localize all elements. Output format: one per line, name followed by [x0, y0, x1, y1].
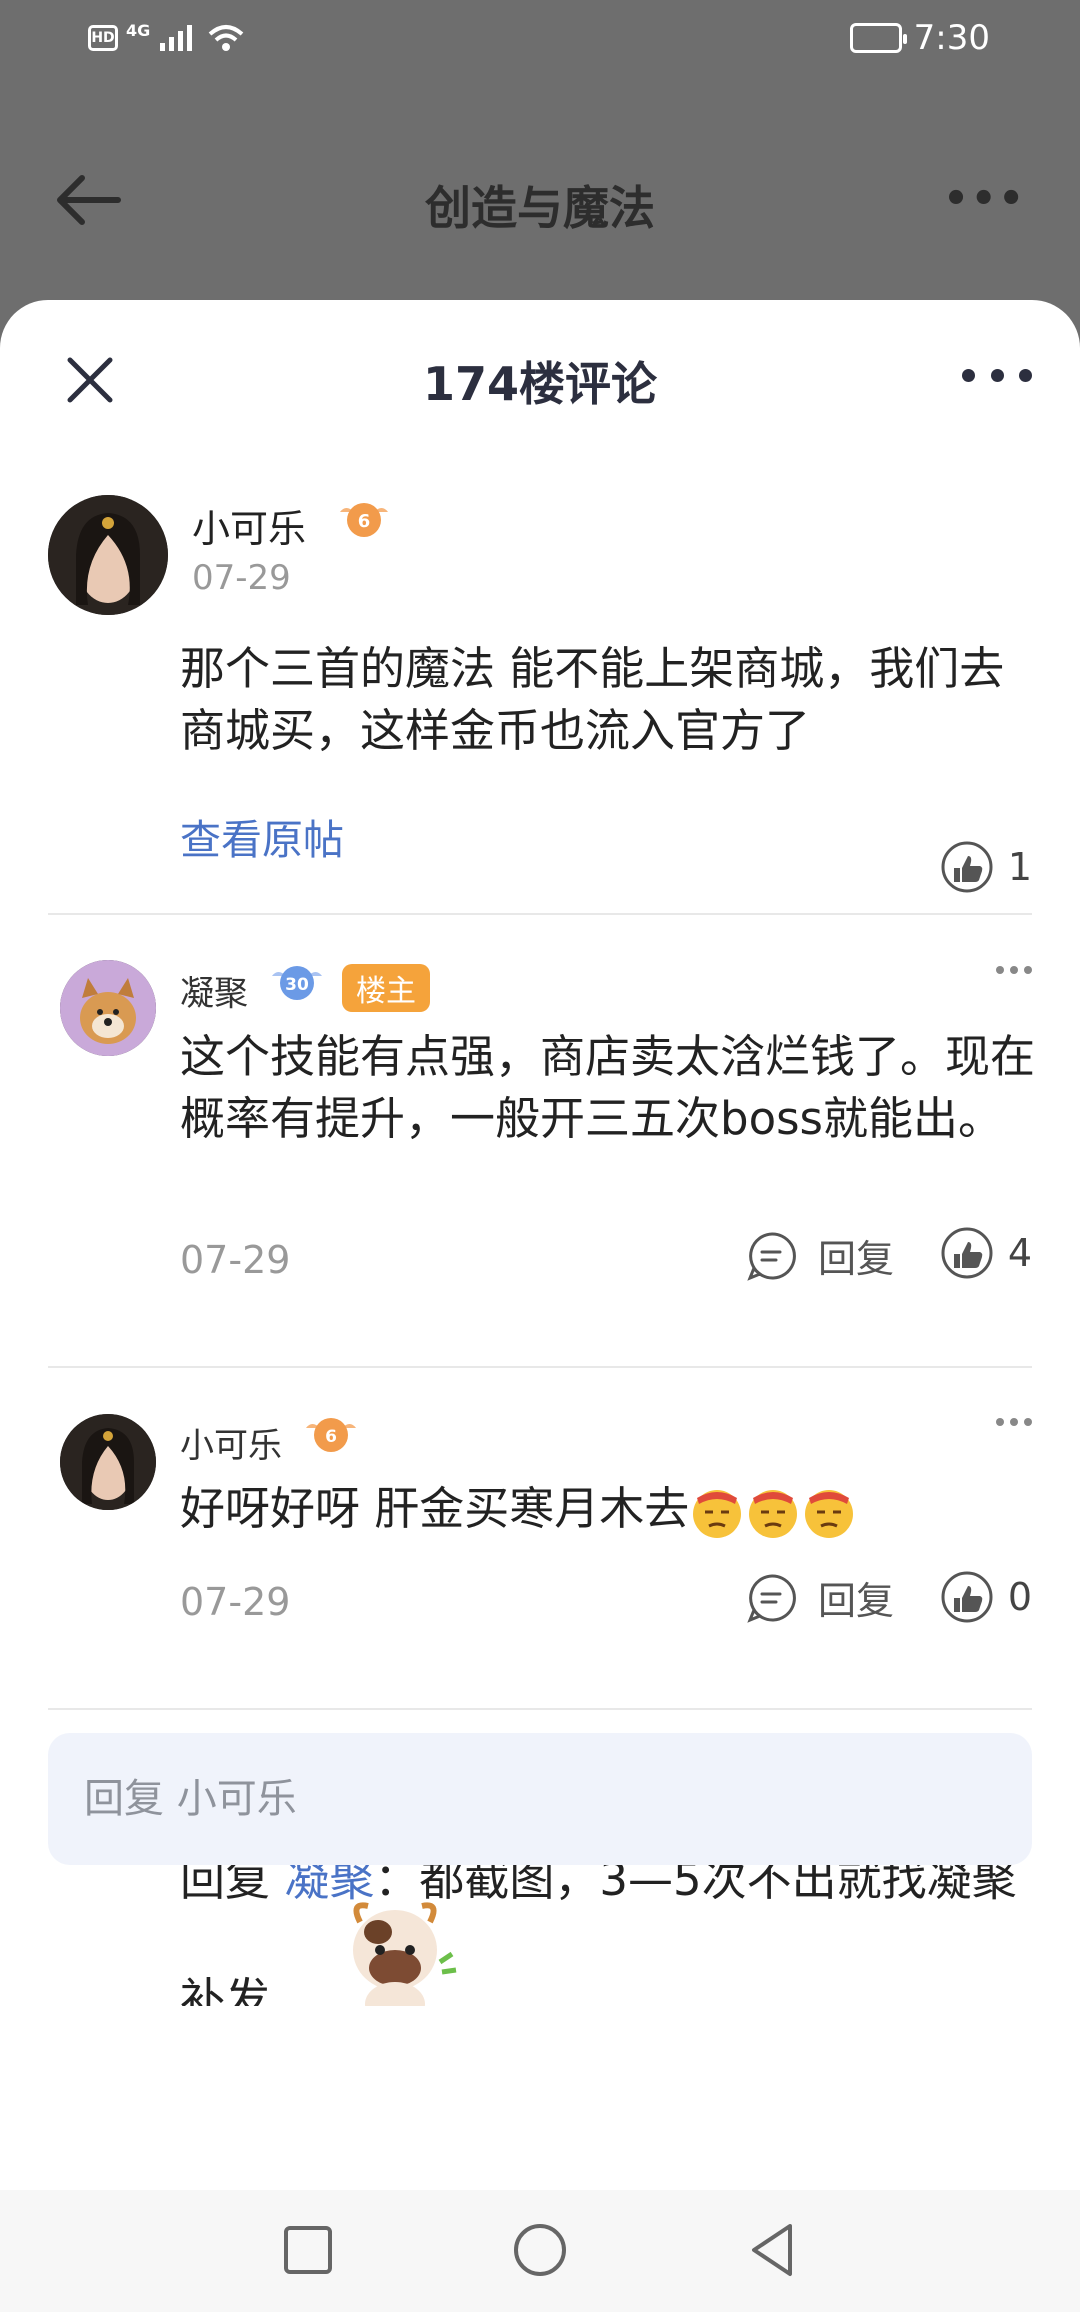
- page-more-button[interactable]: •••: [943, 176, 1026, 222]
- reply-input-bar[interactable]: [48, 1733, 1032, 1865]
- cow-sticker-icon: [353, 1902, 457, 2006]
- back-nav-icon[interactable]: [740, 2218, 804, 2282]
- page-title: 创造与魔法: [425, 181, 655, 235]
- status-bar: HD 4G 7:30: [0, 0, 1080, 80]
- recent-apps-icon[interactable]: [276, 2218, 340, 2282]
- system-nav-bar: [0, 2190, 1080, 2312]
- signal-icon: [160, 25, 193, 51]
- status-left: HD 4G: [88, 20, 246, 54]
- page-header: 创造与魔法 •••: [0, 130, 1080, 270]
- comment-sheet: 174楼评论 小可乐 6 07-29 那个三首的魔法 能不能上架商城，我们去商城…: [0, 300, 1080, 2190]
- hd-icon: HD: [88, 25, 118, 51]
- status-right: 7:30: [849, 18, 990, 58]
- reply-input[interactable]: [48, 1733, 1032, 1865]
- home-icon[interactable]: [508, 2218, 572, 2282]
- status-time: 7:30: [913, 18, 990, 58]
- wifi-icon: [208, 25, 244, 51]
- battery-icon: [849, 23, 907, 53]
- network-type: 4G: [126, 20, 151, 40]
